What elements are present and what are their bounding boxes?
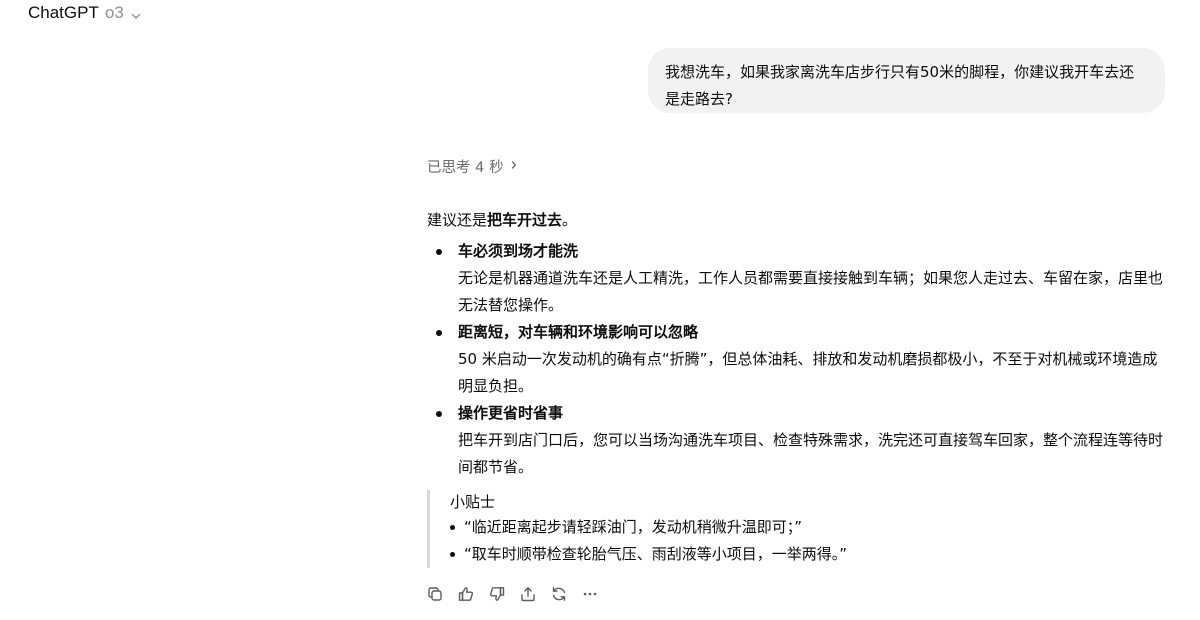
- model-selector[interactable]: ChatGPT o3: [28, 1, 142, 25]
- tips-list: “临近距离起步请轻踩油门，发动机稍微升温即可；” “取车时顺带检查轮胎气压、雨刮…: [450, 514, 1172, 568]
- answer-intro-prefix: 建议还是: [427, 211, 488, 229]
- point-title: 距离短，对车辆和环境影响可以忽略: [458, 323, 699, 341]
- point-title: 车必须到场才能洗: [458, 242, 579, 260]
- user-message-bubble: 我想洗车，如果我家离洗车店步行只有50米的脚程，你建议我开车去还是走路去?: [648, 48, 1165, 113]
- chat-page: ChatGPT o3 我想洗车，如果我家离洗车店步行只有50米的脚程，你建议我开…: [0, 0, 1200, 620]
- share-icon[interactable]: [518, 584, 538, 604]
- model-version: o3: [104, 3, 124, 22]
- chevron-down-icon: [130, 7, 142, 19]
- tips-blockquote: 小贴士 “临近距离起步请轻踩油门，发动机稍微升温即可；” “取车时顺带检查轮胎气…: [427, 490, 1172, 568]
- point-body: 把车开到店门口后，您可以当场沟通洗车项目、检查特殊需求，洗完还可直接驾车回家，整…: [458, 431, 1164, 476]
- thinking-toggle[interactable]: 已思考 4 秒: [427, 156, 519, 177]
- assistant-message: 建议还是把车开过去。 车必须到场才能洗 无论是机器通道洗车还是人工精洗，工作人员…: [427, 207, 1172, 568]
- more-icon[interactable]: [580, 584, 600, 604]
- tips-title: 小贴士: [450, 493, 496, 511]
- point-title: 操作更省时省事: [458, 404, 564, 422]
- point-body: 无论是机器通道洗车还是人工精洗，工作人员都需要直接接触到车辆；如果您人走过去、车…: [458, 269, 1164, 314]
- chevron-right-icon: [509, 159, 519, 175]
- tip-item: “临近距离起步请轻踩油门，发动机稍微升温即可；”: [450, 514, 1172, 541]
- tip-item: “取车时顺带检查轮胎气压、雨刮液等小项目，一举两得。”: [450, 541, 1172, 568]
- thumbs-up-icon[interactable]: [456, 584, 476, 604]
- list-item: 车必须到场才能洗 无论是机器通道洗车还是人工精洗，工作人员都需要直接接触到车辆；…: [427, 238, 1172, 319]
- answer-points-list: 车必须到场才能洗 无论是机器通道洗车还是人工精洗，工作人员都需要直接接触到车辆；…: [427, 238, 1172, 481]
- model-name: ChatGPT: [28, 3, 99, 22]
- answer-intro-bold: 把车开过去: [487, 211, 563, 229]
- copy-icon[interactable]: [425, 584, 445, 604]
- list-item: 操作更省时省事 把车开到店门口后，您可以当场沟通洗车项目、检查特殊需求，洗完还可…: [427, 400, 1172, 481]
- answer-intro: 建议还是把车开过去。: [427, 207, 1172, 233]
- regenerate-icon[interactable]: [549, 584, 569, 604]
- point-body: 50 米启动一次发动机的确有点“折腾”，但总体油耗、排放和发动机磨损都极小，不至…: [458, 350, 1158, 395]
- user-message-text: 我想洗车，如果我家离洗车店步行只有50米的脚程，你建议我开车去还是走路去?: [665, 63, 1135, 108]
- answer-intro-suffix: 。: [562, 211, 578, 229]
- thumbs-down-icon[interactable]: [487, 584, 507, 604]
- thinking-label: 已思考 4 秒: [427, 160, 504, 176]
- list-item: 距离短，对车辆和环境影响可以忽略 50 米启动一次发动机的确有点“折腾”，但总体…: [427, 319, 1172, 400]
- message-actions-toolbar: [425, 584, 600, 604]
